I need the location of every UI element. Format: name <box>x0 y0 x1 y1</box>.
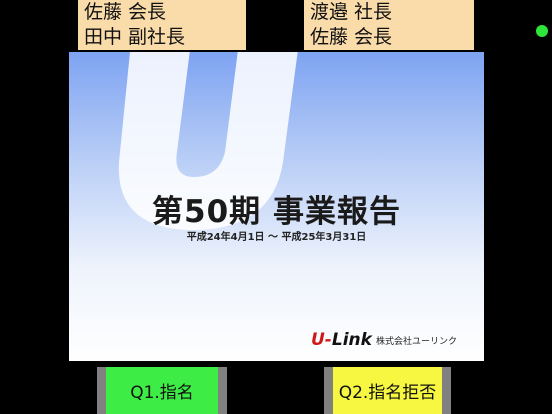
speaker-list-right: 渡邉 社長 佐藤 会長 <box>304 0 474 50</box>
presentation-slide: 第50期 事業報告 平成24年4月1日 ～ 平成25年3月31日 U-Link … <box>69 52 484 361</box>
q2-decline-button[interactable]: Q2.指名拒否 <box>324 367 451 414</box>
status-indicator-icon <box>536 25 548 37</box>
company-logo: U-Link 株式会社ユーリンク <box>311 330 457 350</box>
slide-title: 第50期 事業報告 <box>152 194 401 230</box>
speaker-name: 佐藤 会長 <box>310 26 393 48</box>
speaker-name: 渡邉 社長 <box>310 1 393 23</box>
speaker-name: 田中 副社長 <box>84 26 186 48</box>
logo-mark: U-Link <box>311 330 372 350</box>
slide-subtitle: 平成24年4月1日 ～ 平成25年3月31日 <box>186 232 367 243</box>
speaker-list-left: 佐藤 会長 田中 副社長 <box>78 0 246 50</box>
speaker-name: 佐藤 会長 <box>84 1 167 23</box>
q1-nominate-button[interactable]: Q1.指名 <box>97 367 227 414</box>
company-name: 株式会社ユーリンク <box>375 336 457 347</box>
